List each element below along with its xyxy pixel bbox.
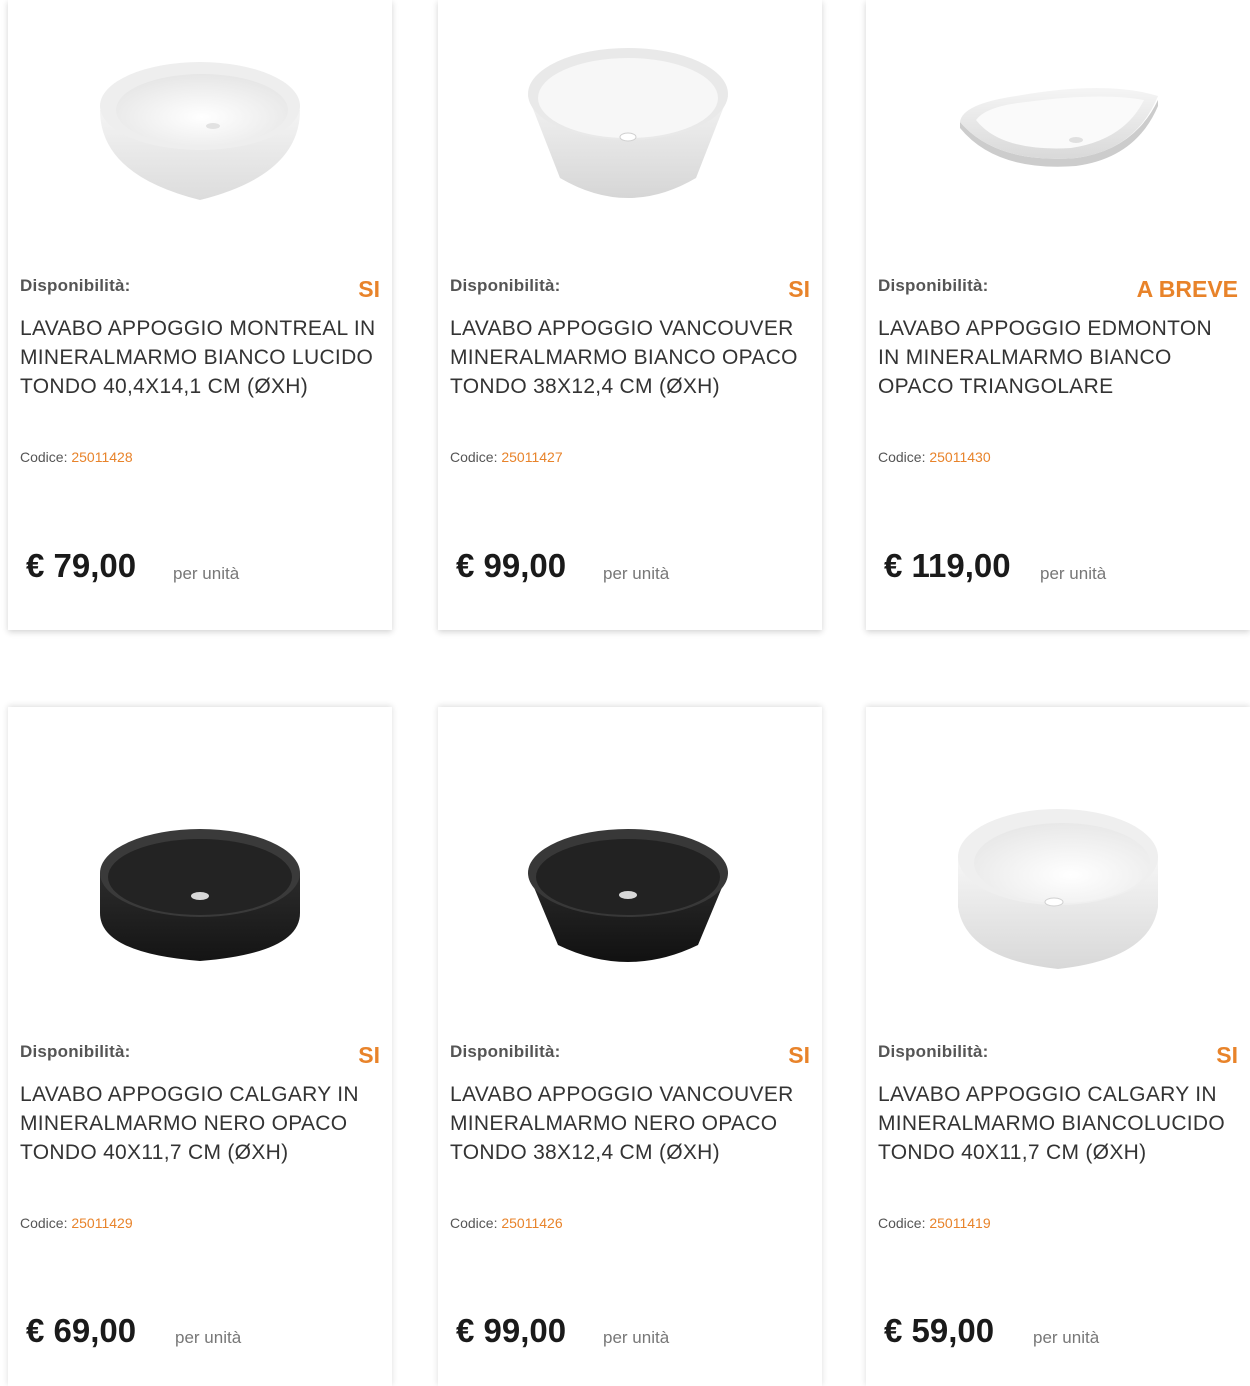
white-oval-basin-image [960, 88, 1158, 167]
product-grid: Disponibilità: SI LAVABO APPOGGIO MONTRE… [0, 0, 1250, 1386]
black-round-basin-image [100, 829, 300, 961]
black-tapered-basin-image [528, 829, 728, 962]
product-image[interactable] [866, 707, 1250, 1027]
code-label: Codice: [878, 449, 926, 465]
availability-label: Disponibilità: [878, 1042, 989, 1061]
code-label: Codice: [20, 1215, 68, 1231]
product-card[interactable]: Disponibilità: SI LAVABO APPOGGIO VANCOU… [438, 707, 822, 1386]
product-code: Codice: 25011428 [20, 449, 133, 465]
availability-label: Disponibilità: [20, 276, 131, 295]
product-price: € 79,00 [26, 547, 137, 584]
product-code: Codice: 25011429 [20, 1215, 133, 1231]
code-value: 25011430 [929, 449, 991, 465]
white-round-basin-image [958, 809, 1158, 969]
product-code: Codice: 25011419 [878, 1215, 991, 1231]
product-image[interactable] [438, 0, 822, 240]
product-title[interactable]: LAVABO APPOGGIO CALGARY IN MINERALMARMO … [20, 1080, 380, 1167]
availability-status: SI [358, 1042, 380, 1068]
product-price: € 119,00 [884, 547, 1011, 584]
price-unit: per unità [1040, 564, 1107, 583]
product-title[interactable]: LAVABO APPOGGIO VANCOUVER MINERALMARMO B… [450, 314, 810, 401]
product-card[interactable]: Disponibilità: SI LAVABO APPOGGIO CALGAR… [8, 707, 392, 1386]
code-value: 25011428 [71, 449, 133, 465]
code-value: 25011419 [929, 1215, 991, 1231]
product-code: Codice: 25011430 [878, 449, 991, 465]
code-value: 25011426 [501, 1215, 563, 1231]
white-round-basin-image [100, 62, 300, 200]
code-label: Codice: [878, 1215, 926, 1231]
product-card[interactable]: Disponibilità: SI LAVABO APPOGGIO CALGAR… [866, 707, 1250, 1386]
availability-status: SI [1216, 1042, 1238, 1068]
availability-status: A BREVE [1136, 276, 1238, 302]
product-image[interactable] [8, 0, 392, 240]
product-price: € 69,00 [26, 1312, 137, 1349]
product-image[interactable] [438, 707, 822, 1027]
product-code: Codice: 25011427 [450, 449, 563, 465]
product-card[interactable]: Disponibilità: A BREVE LAVABO APPOGGIO E… [866, 0, 1250, 630]
availability-status: SI [358, 276, 380, 302]
white-tapered-basin-image [528, 48, 728, 198]
price-unit: per unità [603, 1328, 670, 1347]
product-price: € 99,00 [456, 1312, 567, 1349]
product-title[interactable]: LAVABO APPOGGIO CALGARY IN MINERALMARMO … [878, 1080, 1238, 1167]
availability-label: Disponibilità: [450, 276, 561, 295]
product-code: Codice: 25011426 [450, 1215, 563, 1231]
price-unit: per unità [175, 1328, 242, 1347]
product-price: € 99,00 [456, 547, 567, 584]
availability-label: Disponibilità: [878, 276, 989, 295]
product-title[interactable]: LAVABO APPOGGIO VANCOUVER MINERALMARMO N… [450, 1080, 810, 1167]
availability-label: Disponibilità: [20, 1042, 131, 1061]
code-label: Codice: [450, 449, 498, 465]
code-label: Codice: [450, 1215, 498, 1231]
product-price: € 59,00 [884, 1312, 995, 1349]
product-title[interactable]: LAVABO APPOGGIO MONTREAL IN MINERALMARMO… [20, 314, 380, 401]
product-title[interactable]: LAVABO APPOGGIO EDMONTON IN MINERALMARMO… [878, 314, 1238, 401]
product-image[interactable] [866, 0, 1250, 240]
product-image[interactable] [8, 707, 392, 1027]
price-unit: per unità [173, 564, 240, 583]
product-card[interactable]: Disponibilità: SI LAVABO APPOGGIO VANCOU… [438, 0, 822, 630]
price-unit: per unità [603, 564, 670, 583]
availability-status: SI [788, 276, 810, 302]
product-card[interactable]: Disponibilità: SI LAVABO APPOGGIO MONTRE… [8, 0, 392, 630]
code-value: 25011429 [71, 1215, 133, 1231]
price-unit: per unità [1033, 1328, 1100, 1347]
availability-label: Disponibilità: [450, 1042, 561, 1061]
code-label: Codice: [20, 449, 68, 465]
availability-status: SI [788, 1042, 810, 1068]
code-value: 25011427 [501, 449, 563, 465]
